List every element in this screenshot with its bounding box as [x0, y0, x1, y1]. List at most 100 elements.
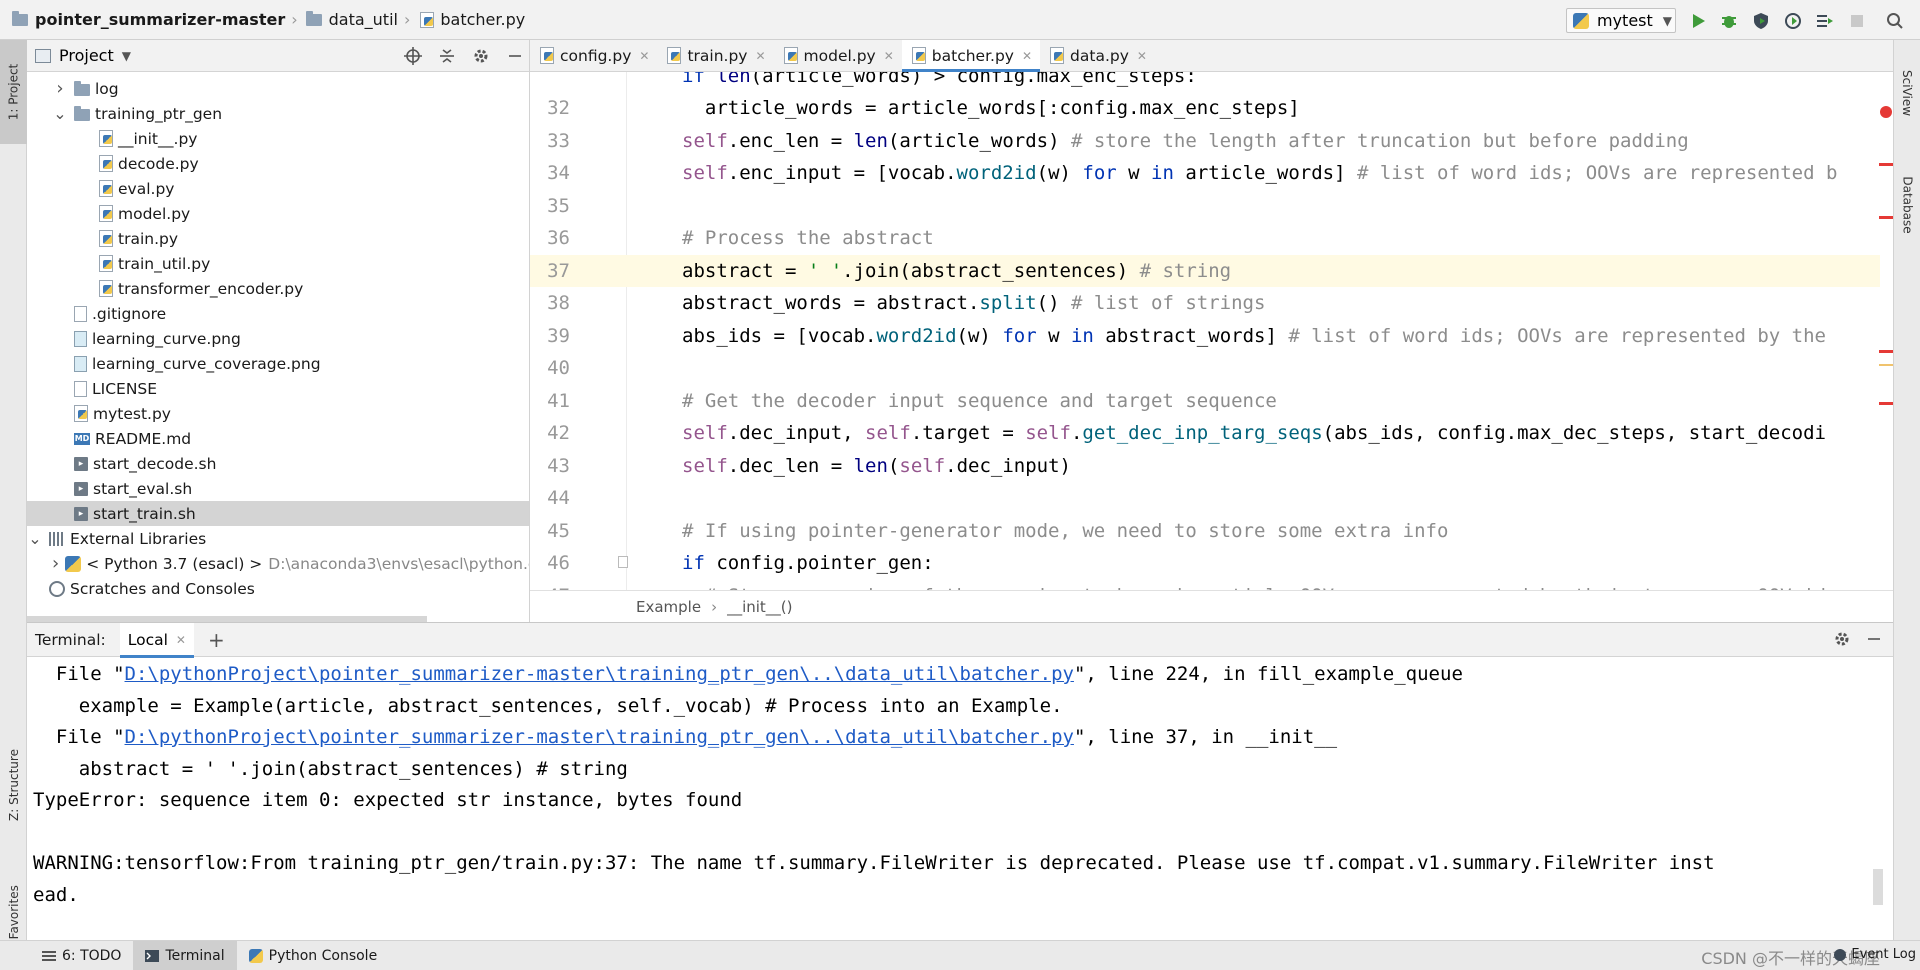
- tree-item-label: < Python 3.7 (esacl) >: [86, 554, 263, 573]
- chevron-down-icon[interactable]: ⌄: [27, 529, 43, 548]
- tree-item[interactable]: decode.py: [27, 151, 529, 176]
- tree-item[interactable]: LICENSE: [27, 376, 529, 401]
- tree-item[interactable]: ⌄ training_ptr_gen: [27, 101, 529, 126]
- line-number: 35: [547, 194, 570, 217]
- tree-item[interactable]: ▸ start_eval.sh: [27, 476, 529, 501]
- debug-button[interactable]: [1719, 11, 1739, 31]
- right-tool-strip: SciView Database: [1893, 40, 1920, 940]
- tree-item[interactable]: __init__.py: [27, 126, 529, 151]
- tool-tab-sciview[interactable]: SciView: [1894, 58, 1920, 128]
- tree-item[interactable]: learning_curve_coverage.png: [27, 351, 529, 376]
- tree-item[interactable]: mytest.py: [27, 401, 529, 426]
- chevron-right-icon[interactable]: ›: [52, 78, 68, 99]
- tree-item[interactable]: MD README.md: [27, 426, 529, 451]
- tool-tab-structure[interactable]: Z: Structure: [0, 710, 27, 860]
- profile-button[interactable]: [1783, 11, 1803, 31]
- tree-item[interactable]: ▸ start_decode.sh: [27, 451, 529, 476]
- breadcrumb-project[interactable]: pointer_summarizer-master: [35, 10, 285, 29]
- close-icon[interactable]: ✕: [639, 49, 649, 63]
- tree-item[interactable]: ⌄ External Libraries: [27, 526, 529, 551]
- project-tree: › log ⌄ training_ptr_gen __init__.py decode.p…: [27, 72, 529, 622]
- locate-file-icon[interactable]: [403, 46, 423, 66]
- run-configuration-select[interactable]: mytest ▼: [1566, 8, 1676, 33]
- tree-item[interactable]: learning_curve.png: [27, 326, 529, 351]
- editor-tab[interactable]: data.py ✕: [1040, 40, 1155, 71]
- coverage-button[interactable]: [1751, 11, 1771, 31]
- file-link[interactable]: D:\pythonProject\pointer_summarizer-mast…: [125, 726, 1074, 748]
- code-text: # Get the decoder input sequence and tar…: [682, 389, 1277, 412]
- editor-tab[interactable]: batcher.py ✕: [901, 40, 1041, 72]
- tool-tab-database[interactable]: Database: [1894, 150, 1920, 260]
- search-everywhere-button[interactable]: [1885, 11, 1905, 31]
- event-log-tab[interactable]: Event Log: [1833, 947, 1916, 962]
- tree-item-label: mytest.py: [93, 404, 171, 423]
- python-file-icon: [420, 11, 435, 28]
- code-text: # If using pointer-generator mode, we ne…: [682, 519, 1449, 542]
- tree-item[interactable]: › < Python 3.7 (esacl) > D:\anaconda3\envs…: [27, 551, 529, 576]
- minimize-icon[interactable]: [505, 46, 525, 66]
- terminal-tab-local[interactable]: Local ✕: [119, 622, 195, 658]
- tree-item[interactable]: › log: [27, 76, 529, 101]
- tree-item[interactable]: train_util.py: [27, 251, 529, 276]
- python-console-tab[interactable]: Python Console: [237, 941, 390, 970]
- terminal-line: WARNING:tensorflow:From training_ptr_gen…: [33, 852, 1715, 874]
- tree-item[interactable]: Scratches and Consoles: [27, 576, 529, 601]
- minimize-icon[interactable]: [1865, 630, 1883, 652]
- code-line: 40: [530, 352, 1880, 384]
- run-button[interactable]: [1688, 11, 1708, 31]
- folder-icon: [74, 80, 90, 96]
- collapse-all-icon[interactable]: [437, 46, 457, 66]
- code-line: 43 self.dec_len = len(self.dec_input): [530, 450, 1880, 482]
- tree-item[interactable]: eval.py: [27, 176, 529, 201]
- gear-icon[interactable]: [471, 46, 491, 66]
- list-icon: [42, 950, 56, 961]
- navigation-bar: pointer_summarizer-master › data_util › …: [0, 0, 1920, 40]
- editor-tab[interactable]: train.py ✕: [657, 40, 773, 71]
- tree-item[interactable]: .gitignore: [27, 301, 529, 326]
- code-breadcrumb-method[interactable]: __init__(): [727, 598, 792, 616]
- breadcrumb-folder[interactable]: data_util: [329, 10, 398, 29]
- event-log-icon: [1834, 948, 1847, 961]
- code-text: if config.pointer_gen:: [682, 552, 934, 574]
- tree-item[interactable]: model.py: [27, 201, 529, 226]
- code-breadcrumb-class[interactable]: Example: [636, 598, 701, 616]
- terminal-scrollbar[interactable]: [1873, 869, 1883, 905]
- tree-item[interactable]: ▸ start_train.sh: [27, 501, 529, 526]
- tool-tab-project[interactable]: 1: Project: [0, 40, 27, 144]
- run-concurrent-button[interactable]: [1815, 11, 1835, 31]
- gear-icon[interactable]: [1833, 630, 1851, 652]
- breadcrumb-file[interactable]: batcher.py: [440, 10, 525, 29]
- stop-button[interactable]: [1847, 11, 1867, 31]
- terminal-tool-tab[interactable]: Terminal: [133, 940, 237, 970]
- chevron-right-icon[interactable]: ›: [52, 553, 59, 574]
- code-area[interactable]: if len(article_words) > config.max_enc_s…: [530, 72, 1893, 590]
- tree-item-label: start_eval.sh: [93, 479, 193, 498]
- terminal-output[interactable]: File "D:\pythonProject\pointer_summarize…: [27, 657, 1893, 941]
- tree-item[interactable]: train.py: [27, 226, 529, 251]
- editor-tab[interactable]: model.py ✕: [774, 40, 902, 71]
- todo-tab[interactable]: 6: TODO: [30, 941, 133, 970]
- close-icon[interactable]: ✕: [1022, 49, 1032, 63]
- close-icon[interactable]: ✕: [176, 633, 186, 647]
- tool-tab-structure-label: Z: Structure: [6, 749, 21, 821]
- fold-marker-icon[interactable]: [618, 556, 628, 568]
- close-icon[interactable]: ✕: [884, 49, 894, 63]
- left-tool-strip: 1: Project Z: Structure 2: Favorites: [0, 40, 27, 955]
- close-icon[interactable]: ✕: [755, 49, 765, 63]
- error-indicator-icon: [1880, 106, 1892, 118]
- tree-item[interactable]: transformer_encoder.py: [27, 276, 529, 301]
- chevron-down-icon[interactable]: ⌄: [52, 104, 68, 123]
- tree-item-label: training_ptr_gen: [95, 104, 223, 123]
- new-terminal-icon[interactable]: +: [208, 628, 225, 652]
- search-icon: [1887, 13, 1903, 29]
- project-view-select[interactable]: Project ▼: [35, 46, 131, 65]
- line-number: 40: [547, 357, 570, 379]
- code-text: abstract = ' '.join(abstract_sentences) …: [682, 259, 1232, 282]
- file-link[interactable]: D:\pythonProject\pointer_summarizer-mast…: [125, 663, 1074, 685]
- shell-script-icon: ▸: [74, 456, 88, 471]
- close-icon[interactable]: ✕: [1137, 49, 1147, 63]
- file-icon: [74, 305, 87, 322]
- editor-tab-label: model.py: [803, 46, 876, 65]
- python-file-icon: [74, 405, 88, 422]
- editor-tab[interactable]: config.py ✕: [530, 40, 657, 71]
